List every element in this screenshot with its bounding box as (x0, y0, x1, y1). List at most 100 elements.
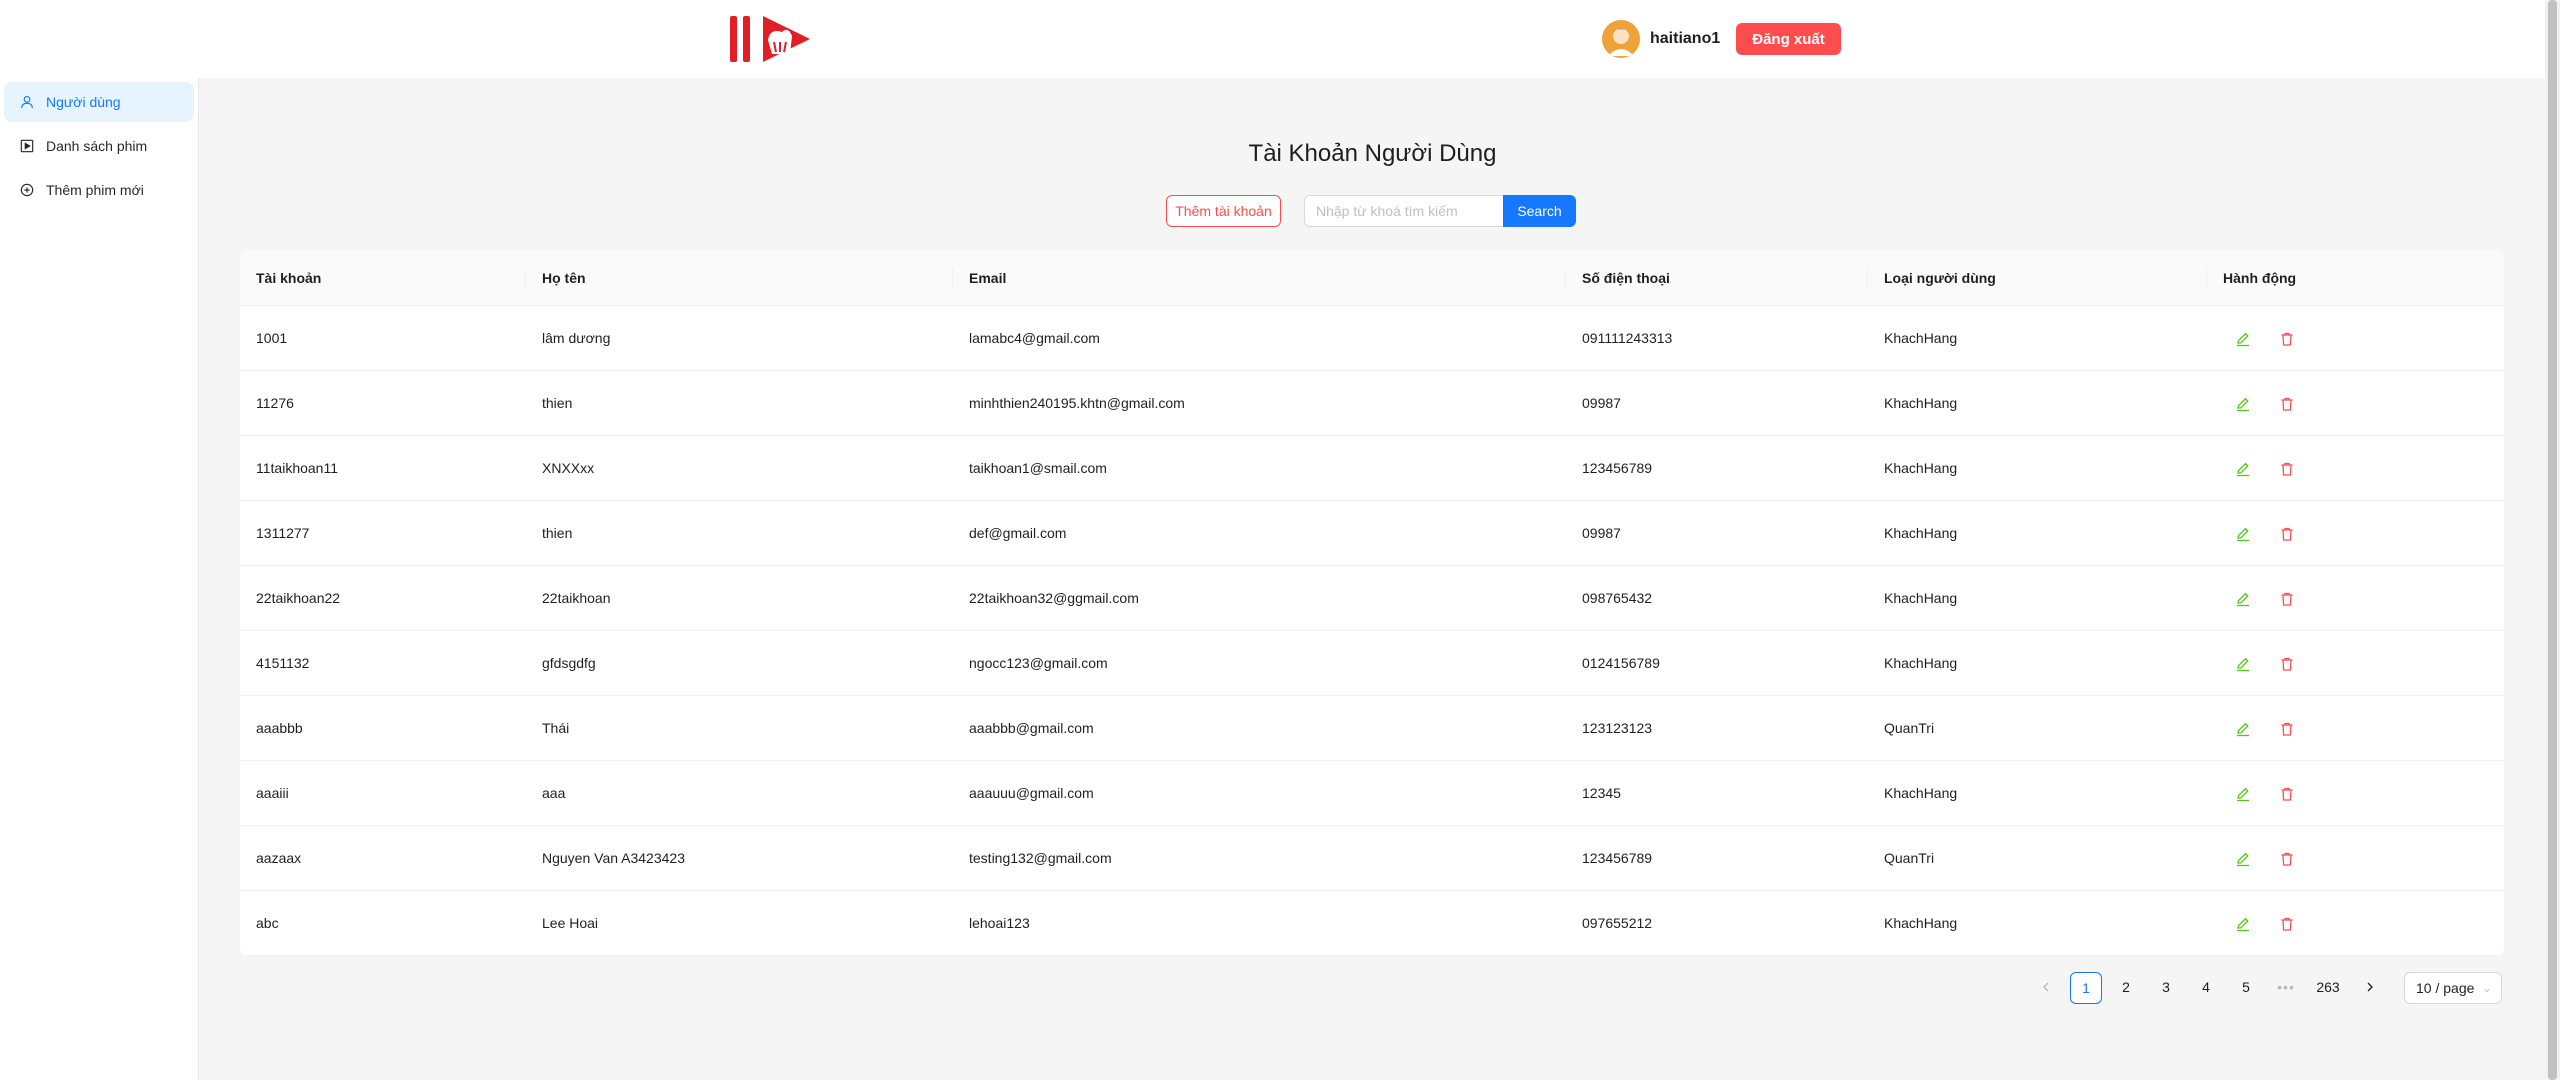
edit-icon[interactable] (2235, 526, 2251, 542)
edit-icon[interactable] (2235, 721, 2251, 737)
column-header-actions: Hành động (2223, 270, 2297, 286)
users-table: Tài khoản Họ tên Email Số điện thoại Loạ… (240, 250, 2504, 956)
cell-account: 22taikhoan22 (256, 590, 341, 606)
edit-icon[interactable] (2235, 591, 2251, 607)
cell-phone: 123456789 (1582, 850, 1653, 866)
cell-phone: 12345 (1582, 785, 1621, 801)
cell-account: aaaiii (256, 785, 289, 801)
cell-user-type: QuanTri (1884, 720, 1935, 736)
next-page-button[interactable] (2354, 972, 2386, 1004)
cell-email: aaauuu@gmail.com (969, 785, 1094, 801)
delete-icon[interactable] (2279, 721, 2295, 737)
cell-email: def@gmail.com (969, 525, 1067, 541)
sidebar-item-label: Người dùng (46, 94, 121, 110)
column-header-name: Họ tên (542, 270, 586, 286)
cell-email: 22taikhoan32@ggmail.com (969, 590, 1139, 606)
cell-user-type: KhachHang (1884, 395, 1958, 411)
app-header: haitiano1 Đăng xuất (0, 0, 2545, 78)
cell-account: 11276 (256, 395, 294, 411)
delete-icon[interactable] (2279, 591, 2295, 607)
add-account-button[interactable]: Thêm tài khoản (1166, 195, 1281, 227)
chevron-left-icon (2043, 982, 2049, 992)
delete-icon[interactable] (2279, 851, 2295, 867)
page-size-select[interactable]: 10 / page ⌄ (2404, 972, 2502, 1004)
sidebar-item-add-movie[interactable]: Thêm phim mới (4, 170, 194, 210)
cell-name: thien (542, 395, 573, 411)
table-row: 4151132 gfdsgdfg ngocc123@gmail.com 0124156… (240, 631, 2504, 696)
sidebar-item-movies[interactable]: Danh sách phim (4, 126, 194, 166)
edit-icon[interactable] (2235, 916, 2251, 932)
column-header-email: Email (969, 270, 1007, 286)
cell-user-type: QuanTri (1884, 850, 1935, 866)
cell-email: ngocc123@gmail.com (969, 655, 1108, 671)
avatar[interactable] (1602, 20, 1640, 58)
app-logo[interactable] (730, 14, 812, 64)
logout-button[interactable]: Đăng xuất (1736, 23, 1841, 55)
page-1-button[interactable]: 1 (2070, 972, 2102, 1004)
cell-user-type: KhachHang (1884, 655, 1958, 671)
page-last-button[interactable]: 263 (2312, 972, 2344, 1004)
cell-name: thien (542, 525, 573, 541)
user-icon (21, 96, 33, 109)
cell-account: 4151132 (256, 655, 310, 671)
table-row: aazaax Nguyen Van A3423423 testing132@gmai… (240, 826, 2504, 891)
cell-email: taikhoan1@smail.com (969, 460, 1107, 476)
cell-account: 1311277 (256, 525, 310, 541)
page-size-value: 10 / page (2416, 980, 2475, 996)
edit-icon[interactable] (2235, 331, 2251, 347)
cell-account: abc (256, 915, 279, 931)
cell-account: 1001 (256, 330, 288, 346)
edit-icon[interactable] (2235, 851, 2251, 867)
search-input[interactable] (1304, 195, 1504, 227)
cell-phone: 123123123 (1582, 720, 1653, 736)
cell-user-type: KhachHang (1884, 785, 1958, 801)
table-row: abc Lee Hoai lehoai123 097655212 KhachHang (240, 891, 2504, 956)
cell-name: XNXXxx (542, 460, 595, 476)
table-row: 22taikhoan22 22taikhoan 22taikhoan32@ggmai… (240, 566, 2504, 631)
scrollbar-thumb[interactable] (2548, 0, 2557, 1080)
cell-user-type: KhachHang (1884, 460, 1958, 476)
table-row: 1311277 thien def@gmail.com 09987 KhachHang (240, 501, 2504, 566)
edit-icon[interactable] (2235, 461, 2251, 477)
table-row: aaabbb Thái aaabbb@gmail.com 123123123 QuanT… (240, 696, 2504, 761)
page-2-button[interactable]: 2 (2110, 972, 2142, 1004)
sidebar-item-users[interactable]: Người dùng (4, 82, 194, 122)
cell-account: 11taikhoan11 (256, 460, 338, 476)
jump-next-ellipsis[interactable]: ••• (2270, 972, 2302, 1004)
cell-name: Thái (542, 720, 570, 736)
delete-icon[interactable] (2279, 526, 2295, 542)
cell-name: Nguyen Van A3423423 (542, 850, 685, 866)
edit-icon[interactable] (2235, 656, 2251, 672)
sidebar: Người dùng Danh sách phim Thêm phim mới (0, 78, 199, 1080)
table-body: 1001 lâm dương lamabc4@gmail.com 0911112433… (240, 306, 2504, 956)
delete-icon[interactable] (2279, 331, 2295, 347)
delete-icon[interactable] (2279, 461, 2295, 477)
cell-email: minhthien240195.khtn@gmail.com (969, 395, 1185, 411)
page-4-button[interactable]: 4 (2190, 972, 2222, 1004)
edit-icon[interactable] (2235, 786, 2251, 802)
cell-email: lamabc4@gmail.com (969, 330, 1100, 346)
delete-icon[interactable] (2279, 396, 2295, 412)
table-row: 11taikhoan11 XNXXxx taikhoan1@smail.com 123… (240, 436, 2504, 501)
cell-account: aaabbb (256, 720, 303, 736)
delete-icon[interactable] (2279, 656, 2295, 672)
page-3-button[interactable]: 3 (2150, 972, 2182, 1004)
cell-email: testing132@gmail.com (969, 850, 1112, 866)
cell-user-type: KhachHang (1884, 915, 1958, 931)
cell-email: lehoai123 (969, 915, 1030, 931)
play-square-icon (20, 139, 34, 153)
page-5-button[interactable]: 5 (2230, 972, 2262, 1004)
delete-icon[interactable] (2279, 916, 2295, 932)
prev-page-button[interactable] (2030, 972, 2062, 1004)
sidebar-item-label: Danh sách phim (46, 138, 148, 154)
cell-phone: 098765432 (1582, 590, 1653, 606)
table-row: aaaiii aaa aaauuu@gmail.com 12345 KhachHang (240, 761, 2504, 826)
cell-phone: 09987 (1582, 395, 1621, 411)
table-header: Tài khoản Họ tên Email Số điện thoại Loạ… (240, 250, 2504, 306)
cell-phone: 09987 (1582, 525, 1621, 541)
sidebar-item-label: Thêm phim mới (46, 182, 144, 198)
search-button[interactable]: Search (1503, 195, 1576, 227)
delete-icon[interactable] (2279, 786, 2295, 802)
edit-icon[interactable] (2235, 396, 2251, 412)
column-header-user-type: Loại người dùng (1884, 270, 1996, 286)
